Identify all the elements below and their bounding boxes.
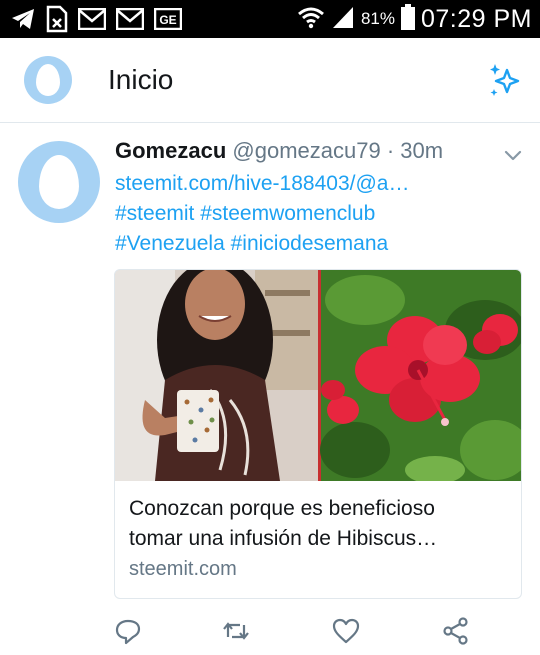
tweet-link[interactable]: steemit.com/hive-188403/@a… [115,169,515,199]
system-indicators: 81% 07:29 PM [297,0,532,38]
tweet-time: 30m [400,138,444,163]
share-icon[interactable] [442,617,470,645]
ge-icon: GE [153,7,183,35]
wifi-icon [297,5,325,34]
egg-avatar-icon [36,64,60,96]
sim-icon [46,5,68,38]
notification-icons: GE [10,5,183,38]
like-icon[interactable] [332,617,360,645]
tweet-header: Gomezacu @gomezacu79 · 30m [115,138,443,164]
link-card[interactable]: Conozcan porque es beneficioso tomar una… [114,269,522,599]
card-title: Conozcan porque es beneficioso tomar una… [129,494,509,554]
gmail-icon [115,7,145,35]
tweet-hashtags[interactable]: #steemit #steemwomenclub [115,199,515,229]
tweet-hashtags[interactable]: #Venezuela #iniciodesemana [115,229,515,259]
tweet-actions [110,617,490,647]
telegram-icon [10,7,36,36]
author-handle[interactable]: @gomezacu79 [232,138,380,163]
card-domain: steemit.com [129,558,237,580]
card-title-line: tomar una infusión de Hibiscus… [129,527,438,550]
author-name[interactable]: Gomezacu [115,138,226,163]
status-bar: GE 81% 07:29 PM [0,0,540,38]
card-title-line: Conozcan porque es beneficioso [129,497,435,520]
retweet-icon[interactable] [222,617,250,645]
svg-text:GE: GE [159,13,176,27]
sparkle-icon[interactable] [486,62,524,100]
app-bar: Inicio [0,38,540,123]
signal-icon [331,5,355,34]
chevron-down-icon[interactable] [502,144,524,166]
egg-avatar-icon [39,155,79,209]
battery-icon [400,3,415,35]
clock: 07:29 PM [420,4,532,33]
page-title: Inicio [108,64,174,95]
separator-dot: · [386,138,395,163]
card-image [115,270,521,481]
gmail-icon [77,7,107,35]
author-avatar[interactable] [18,141,100,223]
battery-percent: 81% [360,9,395,28]
profile-avatar-button[interactable] [24,56,72,104]
reply-icon[interactable] [114,617,142,645]
tweet-text: steemit.com/hive-188403/@a… #steemit #st… [115,169,515,259]
tweet[interactable]: Gomezacu @gomezacu79 · 30m steemit.com/h… [0,124,540,655]
